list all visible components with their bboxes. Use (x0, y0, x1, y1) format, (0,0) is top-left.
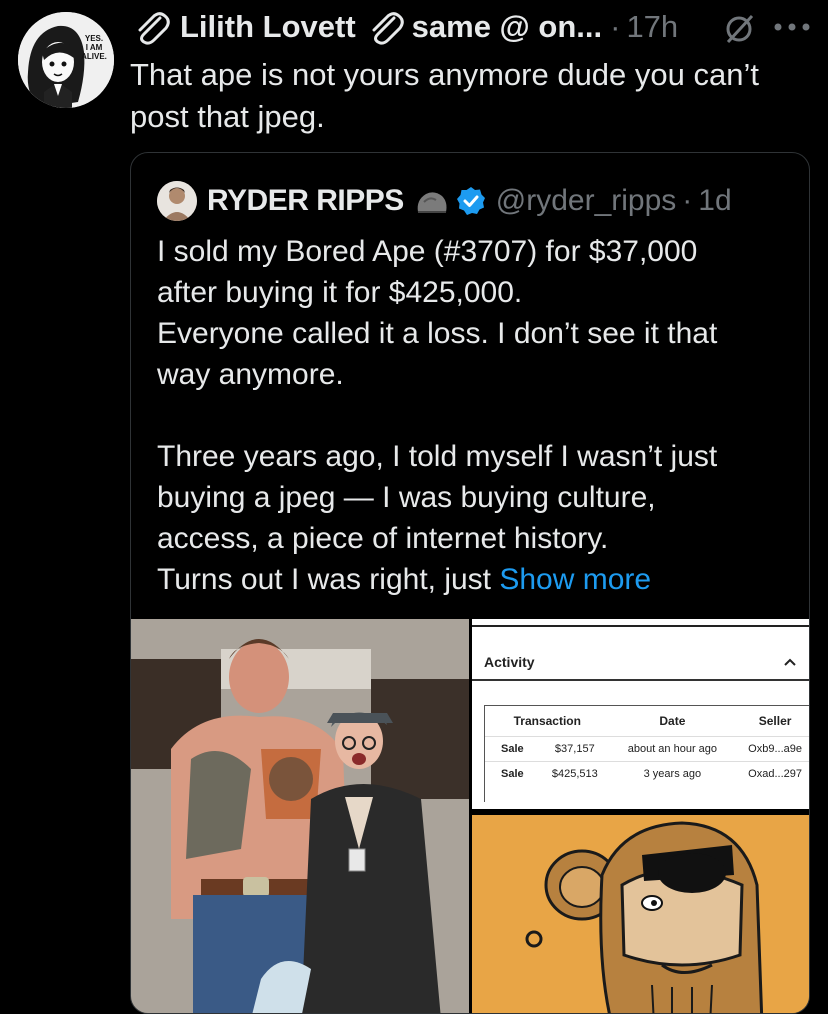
bored-ape-illustration (472, 815, 809, 1013)
row-date: about an hour ago (609, 736, 736, 762)
tweet-time[interactable]: 17h (626, 9, 678, 45)
more-options-button[interactable] (772, 20, 812, 39)
people-photo-illustration (131, 619, 469, 1013)
quote-line-8: access, a piece of internet history. (157, 522, 609, 555)
activity-panel-header[interactable]: Activity (472, 645, 809, 681)
tweet-header: Lilith Lovett same @ on... · 17h (130, 8, 678, 46)
column-seller: Seller (758, 714, 792, 728)
activity-title: Activity (484, 654, 535, 670)
quote-text: I sold my Bored Ape (#3707) for $37,000 … (157, 231, 797, 600)
quote-blank-line (157, 395, 797, 436)
person-avatar-icon (157, 181, 197, 221)
avatar-text-3: ALIVE. (81, 52, 107, 61)
more-dots-icon (774, 23, 810, 31)
row-type: Sale (485, 761, 541, 786)
activity-table: Transaction Date Seller Sale $37,157 abo… (484, 705, 809, 802)
paperclip-icon (372, 12, 404, 45)
quote-header: RYDER RIPPS @ryder_ripps · 1d (157, 181, 732, 221)
row-type: Sale (485, 736, 541, 762)
author-avatar[interactable]: YES. I AM ALIVE. (18, 12, 114, 108)
separator-dot: · (682, 184, 693, 217)
activity-screenshot[interactable]: Activity Transaction Date Seller Sale $3 (472, 619, 809, 809)
quote-line-2: after buying it for $425,000. (157, 276, 523, 309)
quote-line-3: Everyone called it a loss. I don’t see i… (157, 317, 718, 350)
table-row[interactable]: Sale $37,157 about an hour ago Oxb9...a9… (485, 736, 809, 762)
column-transaction: Transaction (513, 714, 581, 728)
quote-line-1: I sold my Bored Ape (#3707) for $37,000 (157, 235, 698, 268)
row-date: 3 years ago (609, 761, 736, 786)
avatar-text-1: YES. (84, 34, 104, 43)
paperclip-icon (138, 12, 170, 45)
grok-icon (726, 14, 754, 44)
tweet-text-line-1: That ape is not yours anymore dude you c… (130, 57, 759, 92)
quoted-tweet-card[interactable]: RYDER RIPPS @ryder_ripps · 1d I sold my … (130, 152, 810, 1014)
chevron-up-icon[interactable] (783, 657, 797, 667)
quote-author-handle[interactable]: @ryder_ripps (496, 184, 677, 218)
quote-author-name[interactable]: RYDER RIPPS (207, 184, 404, 218)
row-price: $425,513 (540, 761, 610, 786)
tweet-text-line-2: post that jpeg. (130, 99, 325, 134)
table-header-row: Transaction Date Seller (485, 706, 809, 737)
quote-line-7: buying a jpeg — I was buying culture, (157, 481, 656, 514)
grok-button[interactable] (722, 12, 756, 51)
author-handle[interactable]: same @ on... (412, 9, 602, 45)
tweet-text: That ape is not yours anymore dude you c… (130, 54, 810, 138)
row-price: $37,157 (540, 736, 610, 762)
row-seller[interactable]: Oxad...297 (735, 761, 809, 786)
table-row[interactable]: Sale $425,513 3 years ago Oxad...297 (485, 761, 809, 786)
show-more-link[interactable]: Show more (499, 563, 651, 596)
bored-ape-image[interactable] (472, 815, 809, 1013)
quote-avatar[interactable] (157, 181, 197, 221)
row-seller[interactable]: Oxb9...a9e (735, 736, 809, 762)
quote-last-line: Turns out I was right, just (157, 563, 500, 596)
verified-badge-icon (456, 187, 485, 215)
quote-line-6: Three years ago, I told myself I wasn’t … (157, 440, 718, 473)
column-date: Date (659, 714, 686, 728)
quote-line-9: Turns out I was right, just Show more (157, 559, 797, 600)
separator-dot: · (610, 9, 621, 44)
author-name[interactable]: Lilith Lovett (180, 9, 356, 45)
rock-emoji-icon (417, 192, 447, 213)
avatar-text-2: I AM (85, 43, 103, 52)
quote-time[interactable]: 1d (698, 184, 731, 218)
photo-people-image[interactable] (131, 619, 469, 1013)
quote-line-4: way anymore. (157, 358, 344, 391)
